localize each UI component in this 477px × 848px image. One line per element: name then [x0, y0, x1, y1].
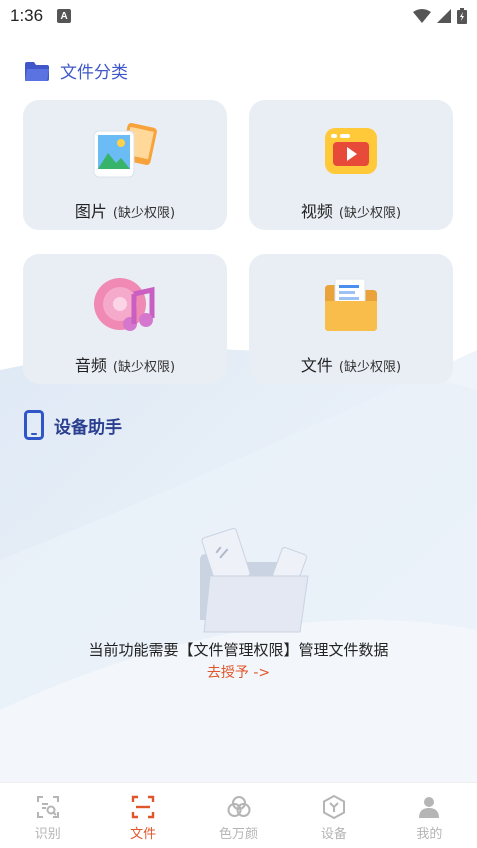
- status-icons: [413, 8, 467, 24]
- status-bar: 1:36 A: [0, 0, 477, 32]
- category-card-documents[interactable]: 文件 (缺少权限): [249, 254, 453, 384]
- profile-icon: [419, 797, 440, 818]
- tab-label: 设备: [320, 827, 347, 842]
- tab-device[interactable]: 设备: [286, 783, 381, 848]
- file-scan-icon: [131, 795, 155, 819]
- category-card-audio[interactable]: 音频 (缺少权限): [23, 254, 227, 384]
- grant-permission-link[interactable]: 去授予 ->: [0, 662, 477, 682]
- tab-profile[interactable]: 我的: [382, 783, 477, 848]
- status-time: 1:36: [10, 6, 44, 25]
- signal-icon: [437, 9, 451, 23]
- device-assistant-title: 设备助手: [54, 417, 122, 438]
- phone-icon: [24, 410, 44, 440]
- card-title: 图片: [74, 202, 107, 221]
- tab-colors[interactable]: 色万颜: [191, 783, 286, 848]
- category-card-video[interactable]: 视频 (缺少权限): [249, 100, 453, 230]
- card-permission-note: (缺少权限): [338, 206, 402, 221]
- tab-label: 色万颜: [219, 827, 259, 842]
- card-label: 视频 (缺少权限): [301, 198, 401, 222]
- tab-label: 我的: [416, 827, 443, 842]
- music-icon: [90, 272, 160, 338]
- device-assistant-header: 设备助手: [24, 410, 122, 440]
- folder-outline-icon: [25, 61, 49, 81]
- video-icon: [321, 118, 381, 184]
- card-label: 图片 (缺少权限): [75, 198, 175, 222]
- bottom-tab-bar: 识别 文件 色万颜 设备 我的: [0, 782, 477, 848]
- battery-icon: [457, 8, 467, 24]
- color-circles-icon: [227, 796, 251, 817]
- card-permission-note: (缺少权限): [112, 206, 176, 221]
- file-category-title: 文件分类: [60, 63, 128, 83]
- tab-label: 文件: [130, 827, 157, 842]
- card-label: 音频 (缺少权限): [75, 352, 175, 376]
- permission-message: 当前功能需要【文件管理权限】管理文件数据: [88, 641, 389, 659]
- card-label: 文件 (缺少权限): [301, 352, 401, 376]
- file-category-header: 文件分类: [24, 58, 128, 83]
- empty-folder-illustration: [190, 520, 315, 639]
- pictures-icon: [90, 118, 160, 184]
- device-hex-icon: [322, 795, 345, 819]
- tab-label: 识别: [34, 827, 61, 842]
- notification-icon: A: [57, 9, 72, 23]
- card-title: 文件: [300, 356, 333, 375]
- card-title: 音频: [74, 356, 107, 375]
- card-permission-note: (缺少权限): [338, 360, 402, 375]
- card-title: 视频: [300, 202, 333, 221]
- wifi-icon: [413, 9, 431, 23]
- scan-search-icon: [36, 796, 59, 818]
- category-card-pictures[interactable]: 图片 (缺少权限): [23, 100, 227, 230]
- card-permission-note: (缺少权限): [112, 360, 176, 375]
- tab-files[interactable]: 文件: [95, 783, 190, 848]
- folder-icon: [321, 272, 381, 338]
- tab-recognize[interactable]: 识别: [0, 783, 95, 848]
